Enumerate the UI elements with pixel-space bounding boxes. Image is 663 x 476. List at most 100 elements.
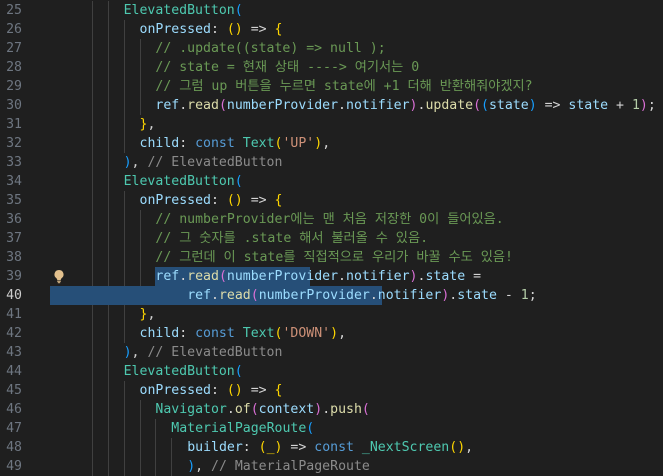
indent-guide: [139, 419, 141, 438]
code-line[interactable]: 49), // MaterialPageRoute: [0, 457, 663, 476]
code-token: :: [210, 22, 227, 37]
line-number: 39: [6, 269, 22, 284]
code-line[interactable]: 33), // ElevatedButton: [0, 153, 663, 172]
code-token: ): [123, 155, 132, 170]
indent-guide: [139, 457, 141, 476]
code-token: const: [195, 326, 235, 341]
indent-guide: [91, 419, 93, 438]
code-line[interactable]: 45 onPressed: () => {: [0, 381, 663, 400]
indent-guide: [91, 77, 93, 96]
indent-guide: [107, 39, 109, 58]
indent-guide: [123, 39, 125, 58]
indent-guide: [123, 191, 125, 210]
code-line[interactable]: 35 onPressed: () => {: [0, 191, 663, 210]
line-number: 26: [6, 22, 22, 37]
code-line[interactable]: 47 MaterialPageRoute(: [0, 419, 663, 438]
indent-guide: [107, 324, 109, 343]
code-line[interactable]: 39 ref.read(numberProvider.notifier).stat…: [0, 267, 663, 286]
code-editor[interactable]: 25 ElevatedButton(26 onPressed: () => {27/…: [0, 0, 663, 476]
code-token: =>: [282, 440, 315, 455]
code-line[interactable]: 30 ref.read(numberProvider.notifier).upda…: [0, 96, 663, 115]
code-line[interactable]: 48 builder: (_) => const _NextScreen(),: [0, 438, 663, 457]
line-number: 48: [6, 440, 22, 455]
indent-guide: [139, 248, 141, 267]
code-line[interactable]: 43), // ElevatedButton: [0, 343, 663, 362]
indent-guide: [139, 267, 141, 286]
code-line[interactable]: 27 // .update((state) => null );: [0, 39, 663, 58]
code-token: ref: [155, 98, 180, 113]
code-token: ,: [322, 136, 331, 151]
indent-guide: [91, 267, 93, 286]
code-text: builder: (_) => const _NextScreen(),: [187, 438, 473, 457]
code-token: // 그런데 이 state를 직접적으로 우리가 바꿀 수도 있음!: [155, 250, 513, 265]
indent-guide: [107, 210, 109, 229]
code-token: ): [314, 136, 323, 151]
indent-guide: [91, 457, 93, 476]
code-token: // ElevatedButton: [147, 155, 283, 170]
indent-guide: [107, 77, 109, 96]
code-token: child: [139, 326, 180, 341]
indent-guide: [123, 58, 125, 77]
line-number: 46: [6, 402, 22, 417]
line-number: 45: [6, 383, 22, 398]
code-token: (): [449, 440, 466, 455]
code-text: // 그럼 up 버튼을 누르면 state에 +1 더해 반환해줘야겠지?: [155, 77, 532, 96]
code-token: child: [139, 136, 180, 151]
code-text: // 그런데 이 state를 직접적으로 우리가 바꿀 수도 있음!: [155, 248, 513, 267]
indent-guide: [107, 172, 109, 191]
indent-guide: [107, 362, 109, 381]
indent-guide: [155, 438, 157, 457]
code-line[interactable]: 34 ElevatedButton(: [0, 172, 663, 191]
code-token: (: [250, 288, 259, 303]
code-token: ElevatedButton: [123, 364, 235, 379]
indent-guide: [91, 191, 93, 210]
indent-guide: [123, 305, 125, 324]
code-line[interactable]: 32 child: const Text('UP'),: [0, 134, 663, 153]
code-token: =>: [242, 193, 275, 208]
line-number: 25: [6, 3, 22, 18]
code-text: child: const Text('UP'),: [140, 134, 331, 153]
code-line[interactable]: 44 ElevatedButton(: [0, 362, 663, 381]
code-token: // 그 숫자를 .state 해서 불러올 수 있음.: [155, 231, 429, 246]
code-token: =>: [242, 383, 275, 398]
code-line[interactable]: 40 ref.read(numberProvider.notifier).stat…: [0, 286, 663, 305]
code-line[interactable]: 42 child: const Text('DOWN'),: [0, 324, 663, 343]
code-line[interactable]: 46 Navigator.of(context).push(: [0, 400, 663, 419]
code-token: :: [210, 383, 227, 398]
code-line[interactable]: 41},: [0, 305, 663, 324]
code-token: ref: [187, 288, 212, 303]
code-line[interactable]: 31},: [0, 115, 663, 134]
code-token: ,: [195, 459, 212, 474]
line-number: 32: [6, 136, 22, 151]
line-number: 49: [6, 459, 22, 474]
code-line[interactable]: 26 onPressed: () => {: [0, 20, 663, 39]
code-text: onPressed: () => {: [140, 191, 283, 210]
code-token: notifier: [377, 288, 442, 303]
indent-guide: [139, 58, 141, 77]
code-line[interactable]: 29 // 그럼 up 버튼을 누르면 state에 +1 더해 반환해줘야겠지?: [0, 77, 663, 96]
code-token: :: [179, 136, 196, 151]
code-token: const: [314, 440, 354, 455]
indent-guide: [91, 400, 93, 419]
code-line[interactable]: 38 // 그런데 이 state를 직접적으로 우리가 바꿀 수도 있음!: [0, 248, 663, 267]
code-text: ref.read(numberProvider.notifier).update…: [155, 96, 655, 115]
code-token: read: [187, 98, 219, 113]
code-token: numberProvider: [258, 288, 370, 303]
indent-guide: [139, 96, 141, 115]
code-line[interactable]: 37 // 그 숫자를 .state 해서 불러올 수 있음.: [0, 229, 663, 248]
code-text: },: [140, 115, 156, 134]
code-token: state: [488, 98, 529, 113]
code-line[interactable]: 25 ElevatedButton(: [0, 1, 663, 20]
code-text: // .update((state) => null );: [155, 39, 385, 58]
code-token: (: [250, 402, 259, 417]
line-number: 38: [6, 250, 22, 265]
code-line[interactable]: 36 // numberProvider에는 맨 처음 저장한 0이 들어있음.: [0, 210, 663, 229]
line-number: 36: [6, 212, 22, 227]
code-token: // state = 현재 상태 ----> 여기서는 0: [155, 60, 420, 75]
lightbulb-icon[interactable]: [52, 269, 66, 284]
code-line[interactable]: 28 // state = 현재 상태 ----> 여기서는 0: [0, 58, 663, 77]
code-text: },: [140, 305, 156, 324]
code-token: ElevatedButton: [123, 174, 235, 189]
indent-guide: [123, 115, 125, 134]
